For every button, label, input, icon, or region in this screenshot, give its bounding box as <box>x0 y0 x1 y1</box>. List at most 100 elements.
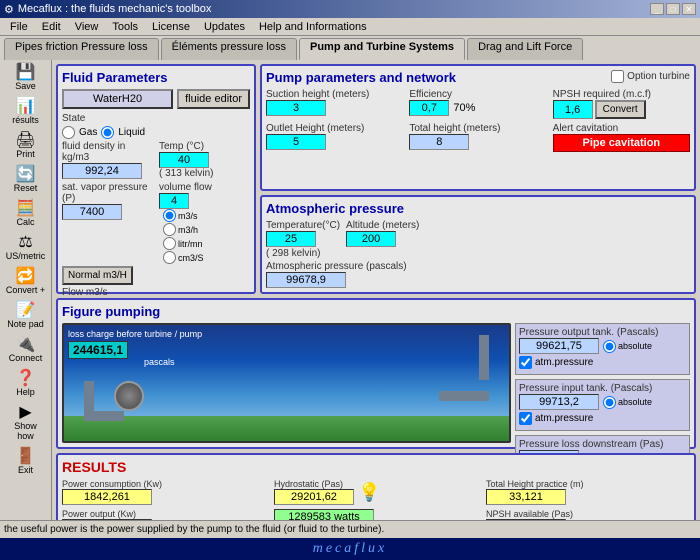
fluid-editor-button[interactable]: fluide editor <box>177 89 250 109</box>
density-input[interactable] <box>62 163 142 179</box>
sidebar-item-notepad[interactable]: 📝 Note pad <box>3 300 49 332</box>
liquid-radio[interactable] <box>101 126 114 139</box>
menu-edit[interactable]: Edit <box>36 20 67 34</box>
sidebar-item-reset[interactable]: 🔄 Reset <box>3 164 49 196</box>
sidebar-item-usmetric[interactable]: ⚖ US/metric <box>3 232 49 264</box>
title-bar-buttons[interactable]: _ □ ✕ <box>650 3 696 15</box>
volume-input[interactable] <box>159 193 189 209</box>
outlet-input[interactable] <box>266 134 326 150</box>
normal-m3h-button[interactable]: Normal m3/H <box>62 266 133 285</box>
sidebar-item-showhow[interactable]: ▶ Show how <box>3 402 49 444</box>
sidebar-label-calc: Calc <box>16 217 34 227</box>
unit-cm3s[interactable]: cm3/S <box>163 251 250 264</box>
tab-drag[interactable]: Drag and Lift Force <box>467 38 583 60</box>
power-output-watts-input[interactable] <box>274 509 374 520</box>
outlet-col: Outlet Height (meters) <box>266 123 403 152</box>
pressure-input-row: absolute <box>519 394 686 410</box>
temp-input[interactable] <box>159 152 209 168</box>
power-output-label: Power output (Kw) <box>62 509 266 519</box>
status-bar: the useful power is the power supplied b… <box>0 520 700 538</box>
fluid-name-button[interactable]: WaterH20 <box>62 89 173 109</box>
convert-icon: 🔁 <box>16 269 36 285</box>
efficiency-label: Efficiency <box>409 89 546 100</box>
efficiency-input[interactable] <box>409 100 449 116</box>
tab-pipes[interactable]: Pipes friction Pressure loss <box>4 38 159 60</box>
status-text: the useful power is the power supplied b… <box>4 524 384 535</box>
menu-help[interactable]: Help and Informations <box>253 20 373 34</box>
density-temp-row: fluid density in kg/m3 Temp (°C) ( 313 k… <box>62 141 250 179</box>
pressure-output-input[interactable] <box>519 338 599 354</box>
tab-elements[interactable]: Éléments pressure loss <box>161 38 297 60</box>
unit-m3h[interactable]: m3/h <box>163 223 250 236</box>
volume-label: volume flow <box>159 182 250 193</box>
pipe-right-vertical <box>479 335 489 380</box>
atm-alt-input[interactable] <box>346 231 396 247</box>
ground-area <box>64 416 509 441</box>
sidebar-label-showhow: Show how <box>6 421 46 441</box>
footer-text: mecaflux <box>313 541 388 557</box>
power-output-input[interactable] <box>62 519 152 520</box>
print-icon: 🖨 <box>15 133 35 149</box>
suction-label: Suction height (meters) <box>266 89 403 100</box>
output-atm-row: atm.pressure <box>519 356 686 369</box>
menu-view[interactable]: View <box>69 20 105 34</box>
usmetric-icon: ⚖ <box>18 235 32 251</box>
atm-kelvin-note: ( 298 kelvin) <box>266 248 690 259</box>
outlet-label: Outlet Height (meters) <box>266 123 403 134</box>
fluid-name-row: WaterH20 fluide editor <box>62 89 250 109</box>
density-col: fluid density in kg/m3 <box>62 141 153 179</box>
atm-temp-input[interactable] <box>266 231 316 247</box>
sidebar-item-calc[interactable]: 🧮 Calc <box>3 198 49 230</box>
sidebar-item-connect[interactable]: 🔌 Connect <box>3 334 49 366</box>
total-height-input[interactable] <box>409 134 469 150</box>
maximize-button[interactable]: □ <box>666 3 680 15</box>
pressure-output-radio-group: absolute <box>603 340 652 353</box>
menu-license[interactable]: License <box>146 20 196 34</box>
sidebar-label-exit: Exit <box>18 465 33 475</box>
vapor-input[interactable] <box>62 204 122 220</box>
figure-pumping-section: Figure pumping loss charge before turbin… <box>56 298 696 449</box>
pressure-input-box: Pressure input tank. (Pascals) absolute … <box>515 379 690 431</box>
power-consumption-label: Power consumption (Kw) <box>62 479 266 489</box>
normal-btn-row: Normal m3/H <box>62 266 250 285</box>
hydrostatic-input[interactable] <box>274 489 354 505</box>
sidebar-label-results: résults <box>12 115 39 125</box>
sidebar-label-notepad: Note pad <box>7 319 44 329</box>
tab-pump[interactable]: Pump and Turbine Systems <box>299 38 465 60</box>
sidebar-item-print[interactable]: 🖨 Print <box>3 130 49 162</box>
unit-litr[interactable]: litr/mn <box>163 237 250 250</box>
output-absolute-radio[interactable]: absolute <box>603 340 652 353</box>
pressure-input-input[interactable] <box>519 394 599 410</box>
pressure-output-box: Pressure output tank. (Pascals) absolute… <box>515 323 690 375</box>
minimize-button[interactable]: _ <box>650 3 664 15</box>
gas-radio[interactable] <box>62 126 75 139</box>
sidebar-item-exit[interactable]: 🚪 Exit <box>3 446 49 478</box>
sidebar-label-connect: Connect <box>9 353 43 363</box>
npsh-input[interactable] <box>553 100 593 119</box>
suction-input[interactable] <box>266 100 326 116</box>
power-consumption-input[interactable] <box>62 489 152 505</box>
npsh-available-input[interactable] <box>486 519 566 520</box>
sidebar-item-convert[interactable]: 🔁 Convert + <box>3 266 49 298</box>
sidebar-item-results[interactable]: 📊 résults <box>3 96 49 128</box>
sidebar: 💾 Save 📊 résults 🖨 Print 🔄 Reset 🧮 Calc … <box>0 60 52 520</box>
footer: mecaflux <box>0 538 700 560</box>
total-height-practice-input[interactable] <box>486 489 566 505</box>
output-atm-checkbox[interactable] <box>519 356 532 369</box>
hydrostatic-item: Hydrostatic (Pas) 💡 <box>274 479 478 505</box>
menu-updates[interactable]: Updates <box>198 20 251 34</box>
input-absolute-radio[interactable]: absolute <box>603 396 652 409</box>
sidebar-item-save[interactable]: 💾 Save <box>3 62 49 94</box>
npsh-col: NPSH required (m.c.f) Convert <box>553 89 690 119</box>
close-button[interactable]: ✕ <box>682 3 696 15</box>
state-section: State Gas Liquid <box>62 112 250 139</box>
npsh-available-item: NPSH available (Pas) (-18,65 m col fluid… <box>486 509 690 520</box>
unit-m3s[interactable]: m3/s <box>163 209 250 222</box>
input-atm-checkbox[interactable] <box>519 412 532 425</box>
menu-file[interactable]: File <box>4 20 34 34</box>
sidebar-item-help[interactable]: ❓ Help <box>3 368 49 400</box>
convert-button[interactable]: Convert <box>595 100 646 119</box>
option-turbine-checkbox[interactable] <box>611 70 624 83</box>
menu-tools[interactable]: Tools <box>106 20 144 34</box>
atm-pressure-input[interactable] <box>266 272 346 288</box>
